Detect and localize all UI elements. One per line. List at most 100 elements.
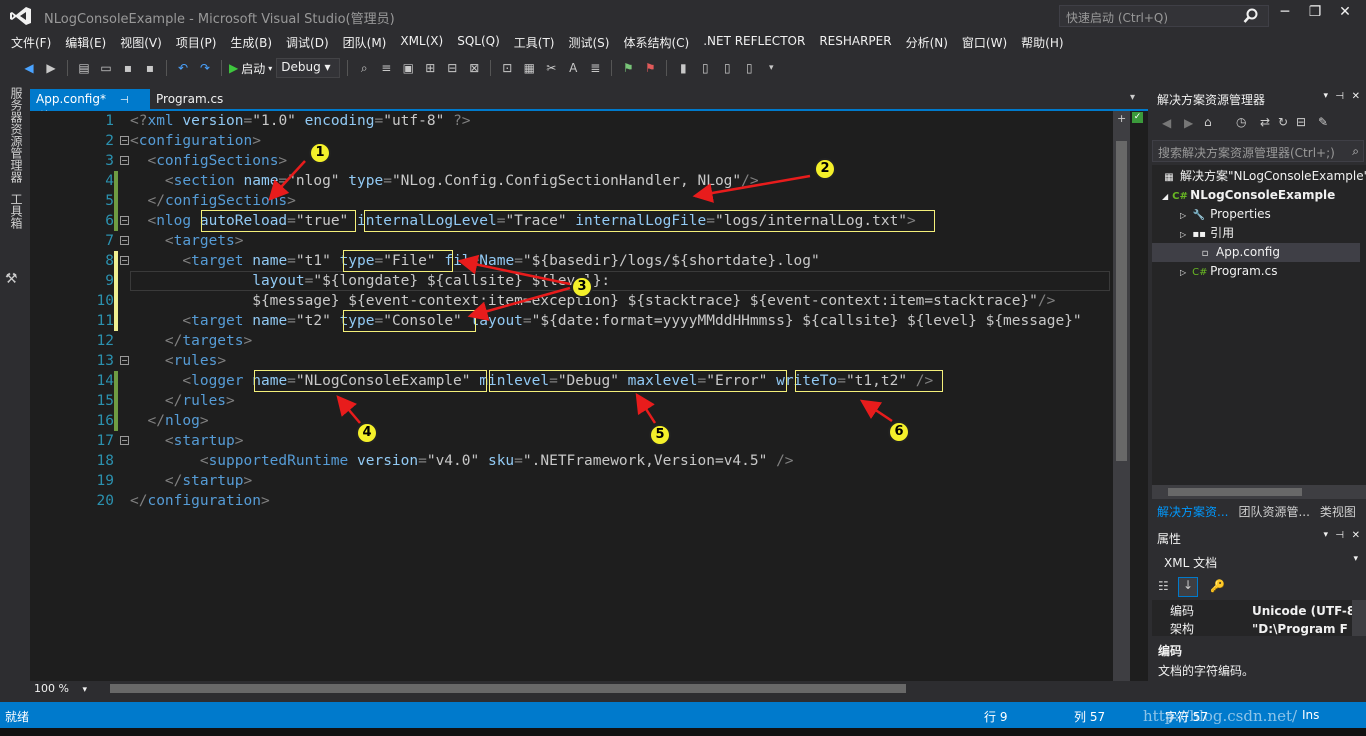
comment-icon[interactable]: ≡ — [377, 59, 395, 77]
forward-icon[interactable]: ▶ — [42, 59, 60, 77]
next-bookmark-icon[interactable]: ▯ — [718, 59, 736, 77]
property-row[interactable]: 架构 "D:\Program F — [1152, 620, 1366, 638]
tree-item-project[interactable]: ◢ C# NLogConsoleExample — [1162, 186, 1366, 205]
vertical-scroll-thumb[interactable] — [1116, 141, 1127, 461]
menu-test[interactable]: 测试(S) — [563, 32, 614, 52]
code-editor[interactable]: 1 2 3 4 5 6 7 8 9 10 11 12 13 14 15 16 1… — [30, 111, 1148, 681]
categorized-icon[interactable]: ☷ — [1158, 579, 1169, 593]
font-icon[interactable]: A — [564, 59, 582, 77]
quick-launch-input[interactable]: 快速启动 (Ctrl+Q) — [1059, 5, 1269, 27]
document-icon[interactable]: ▣ — [399, 59, 417, 77]
tab-dropdown-icon[interactable]: ▾ — [1130, 92, 1135, 103]
menu-debug[interactable]: 调试(D) — [281, 32, 334, 52]
tab-class-view[interactable]: 类视图 — [1315, 501, 1361, 521]
split-icon[interactable]: + — [1117, 112, 1126, 125]
refresh-icon[interactable]: ↻ — [1278, 115, 1288, 129]
menu-sql[interactable]: SQL(Q) — [452, 32, 505, 52]
menu-help[interactable]: 帮助(H) — [1016, 32, 1068, 52]
schema-icon[interactable]: ⊟ — [443, 59, 461, 77]
solution-horizontal-scroll-thumb[interactable] — [1168, 488, 1302, 496]
menu-analyze[interactable]: 分析(N) — [901, 32, 953, 52]
horizontal-scroll-thumb[interactable] — [110, 684, 906, 693]
solution-search-input[interactable]: 搜索解决方案资源管理器(Ctrl+;) ⌕ — [1152, 140, 1364, 162]
search-icon[interactable] — [1243, 8, 1259, 24]
find-icon[interactable]: ⌕ — [355, 59, 373, 77]
menu-file[interactable]: 文件(F) — [6, 32, 56, 52]
table-icon[interactable]: ▦ — [520, 59, 538, 77]
property-row[interactable]: 编码 Unicode (UTF-8 — [1152, 602, 1366, 620]
tab-team-explorer[interactable]: 团队资源管... — [1233, 501, 1314, 521]
new-project-icon[interactable]: ▤ — [75, 59, 93, 77]
tree-item-app-config[interactable]: ▫ App.config — [1152, 243, 1360, 262]
chevron-down-icon[interactable]: ▾ — [1323, 91, 1328, 101]
cut-icon[interactable]: ✂ — [542, 59, 560, 77]
save-all-icon[interactable]: ▪ — [141, 59, 159, 77]
menu-window[interactable]: 窗口(W) — [957, 32, 1012, 52]
spell-icon[interactable]: ⊡ — [498, 59, 516, 77]
menu-net-reflector[interactable]: .NET REFLECTOR — [698, 32, 810, 52]
bookmark-add-icon[interactable]: ⚑ — [619, 59, 637, 77]
properties-object-select[interactable]: XML 文档 ▾ — [1152, 551, 1366, 573]
property-pages-icon[interactable]: 🔑 — [1210, 579, 1225, 593]
tree-item-properties[interactable]: ▷ 🔧 Properties — [1180, 205, 1366, 224]
save-icon[interactable]: ▪ — [119, 59, 137, 77]
alphabetical-icon[interactable]: ↓ — [1178, 577, 1198, 597]
menu-xml[interactable]: XML(X) — [395, 32, 448, 52]
xslt-icon[interactable]: ⊠ — [465, 59, 483, 77]
property-value: "D:\Program F — [1252, 622, 1348, 636]
menu-project[interactable]: 项目(P) — [171, 32, 222, 52]
sync-icon[interactable]: ⇄ — [1260, 115, 1270, 129]
menu-build[interactable]: 生成(B) — [225, 32, 277, 52]
home-icon[interactable]: ⌂ — [1204, 115, 1212, 129]
undo-icon[interactable]: ↶ — [174, 59, 192, 77]
collapsed-icon[interactable]: ▷ — [1180, 268, 1186, 277]
solution-configuration-select[interactable]: Debug ▾ — [276, 58, 341, 78]
tab-program-cs[interactable]: Program.cs — [150, 89, 250, 109]
tab-solution-explorer[interactable]: 解决方案资... — [1152, 501, 1233, 521]
toolbox-tab[interactable]: 工具箱 — [8, 193, 25, 229]
tab-app-config[interactable]: App.config* ⊣ ✕ — [30, 89, 150, 120]
minimize-icon[interactable]: ─ — [1270, 4, 1300, 26]
properties-scrollbar[interactable] — [1352, 600, 1366, 636]
menu-edit[interactable]: 编辑(E) — [60, 32, 111, 52]
pin-icon[interactable]: ⊣ — [120, 95, 129, 106]
clear-bookmarks-icon[interactable]: ▯ — [740, 59, 758, 77]
forward-icon[interactable]: ▶ — [1184, 116, 1193, 130]
history-icon[interactable]: ◷ — [1236, 115, 1246, 129]
prev-bookmark-icon[interactable]: ▯ — [696, 59, 714, 77]
tree-item-references[interactable]: ▷ ▪▪ 引用 — [1180, 224, 1366, 243]
menu-tools[interactable]: 工具(T) — [509, 32, 560, 52]
bookmark-remove-icon[interactable]: ⚑ — [641, 59, 659, 77]
chevron-down-icon[interactable]: ▾ — [1323, 530, 1328, 540]
wrench-icon[interactable]: ✎ — [1318, 115, 1328, 129]
search-icon[interactable]: ⌕ — [1352, 144, 1359, 159]
pin-icon[interactable]: ⊣ — [1335, 91, 1344, 102]
start-debugging-button[interactable]: ▶ 启动 ▾ — [229, 60, 272, 77]
collapsed-icon[interactable]: ▷ — [1180, 230, 1186, 239]
align-icon[interactable]: ≣ — [586, 59, 604, 77]
expanded-icon[interactable]: ◢ — [1162, 192, 1168, 201]
collapse-all-icon[interactable]: ⊟ — [1296, 115, 1306, 129]
menu-team[interactable]: 团队(M) — [338, 32, 392, 52]
server-explorer-tab[interactable]: 服务器资源管理器 — [8, 87, 25, 183]
restore-icon[interactable]: ❐ — [1300, 4, 1330, 26]
zoom-level[interactable]: 100 % ▾ — [34, 682, 87, 695]
properties-grid: 编码 Unicode (UTF-8 架构 "D:\Program F — [1152, 600, 1366, 636]
menu-view[interactable]: 视图(V) — [115, 32, 167, 52]
pin-icon[interactable]: ⊣ — [1335, 530, 1344, 541]
tree-item-solution[interactable]: ▦ 解决方案"NLogConsoleExample" — [1162, 167, 1366, 186]
format-icon[interactable]: ⊞ — [421, 59, 439, 77]
menu-resharper[interactable]: RESHARPER — [814, 32, 896, 52]
redo-icon[interactable]: ↷ — [196, 59, 214, 77]
back-icon[interactable]: ◀ — [20, 59, 38, 77]
open-file-icon[interactable]: ▭ — [97, 59, 115, 77]
close-icon[interactable]: ✕ — [1352, 91, 1360, 102]
bookmark-icon[interactable]: ▮ — [674, 59, 692, 77]
tree-item-program-cs[interactable]: ▷ C# Program.cs — [1180, 262, 1366, 281]
close-icon[interactable]: ✕ — [1330, 4, 1360, 26]
back-icon[interactable]: ◀ — [1162, 116, 1171, 130]
close-icon[interactable]: ✕ — [1352, 530, 1360, 541]
toolbar-overflow-icon[interactable]: ▾ — [762, 59, 780, 77]
menu-architecture[interactable]: 体系结构(C) — [618, 32, 694, 52]
collapsed-icon[interactable]: ▷ — [1180, 211, 1186, 220]
